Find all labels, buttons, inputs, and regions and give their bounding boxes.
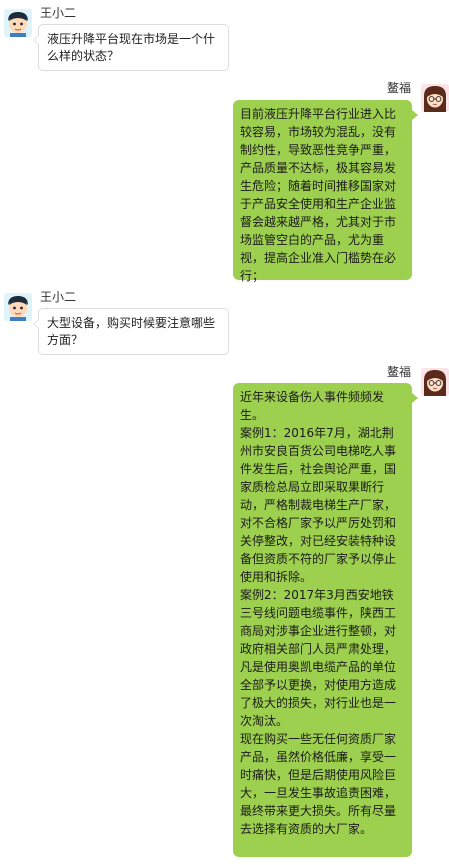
message-bubble[interactable]: 大型设备，购买时候要注意哪些方面？ <box>33 308 229 355</box>
sender-name: 鳌福 <box>386 81 411 95</box>
boy-avatar-icon <box>4 9 32 37</box>
message-text: 现在购买一些无任何资质厂家产品，虽然价格低廉，享受一时痛快，但是后期使用风险巨大… <box>240 732 397 836</box>
sender-name: 王小二 <box>40 6 77 20</box>
message-bubble[interactable]: 液压升降平台现在市场是一个什么样的状态？ <box>33 24 229 71</box>
message-bubble[interactable]: 近年来设备伤人事件频频发生。 案例1：2016年7月，湖北荆州市安良百货公司电梯… <box>233 383 418 857</box>
message-text: 近年来设备伤人事件频频发生。 <box>240 390 385 422</box>
sender-avatar[interactable] <box>4 293 32 321</box>
message-text: 目前液压升降平台行业进入比较容易，市场较为混乱，没有制约性，导致恶性竞争严重，产… <box>240 107 397 283</box>
sender-avatar[interactable] <box>421 84 449 112</box>
girl-avatar-icon <box>421 368 449 396</box>
sender-avatar[interactable] <box>421 368 449 396</box>
message-bubble[interactable]: 目前液压升降平台行业进入比较容易，市场较为混乱，没有制约性，导致恶性竞争严重，产… <box>233 100 418 283</box>
message-text: 案例2：2017年3月西安地铁三号线问题电缆事件，陕西工商局对涉事企业进行整顿，… <box>240 588 397 728</box>
boy-avatar-icon <box>4 293 32 321</box>
message-text: 案例1：2016年7月，湖北荆州市安良百货公司电梯吃人事件发生后，社会舆论严重，… <box>240 426 397 584</box>
sender-name: 鳌福 <box>386 365 411 379</box>
sender-avatar[interactable] <box>4 9 32 37</box>
sender-name: 王小二 <box>40 290 77 304</box>
message-text: 大型设备，购买时候要注意哪些方面？ <box>47 316 216 347</box>
message-text: 液压升降平台现在市场是一个什么样的状态？ <box>47 32 216 63</box>
girl-avatar-icon <box>421 84 449 112</box>
